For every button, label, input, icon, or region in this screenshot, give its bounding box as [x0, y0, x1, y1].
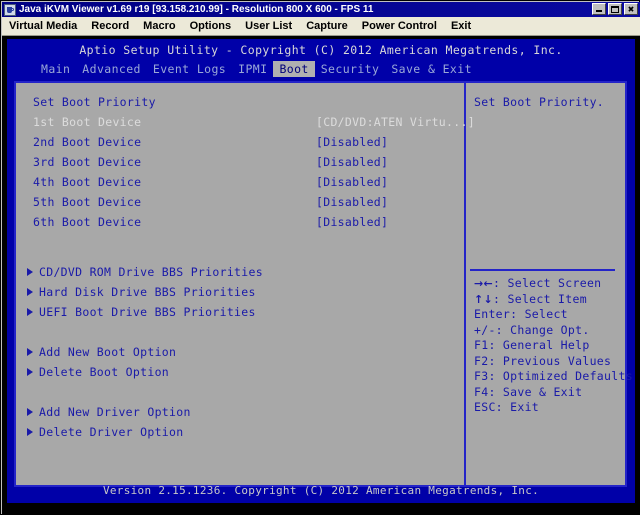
section-title-label: Set Boot Priority — [33, 95, 156, 109]
boot-device-label-4: 4th Boot Device — [33, 175, 142, 189]
boot-device-value-6: [Disabled] — [316, 215, 389, 229]
chevron-right-icon — [27, 408, 33, 416]
chevron-right-icon — [27, 288, 33, 296]
tab-boot[interactable]: Boot — [273, 61, 315, 77]
submenu-delete-driver-option[interactable]: Delete Driver Option — [16, 422, 464, 442]
submenu-label: Delete Driver Option — [39, 425, 184, 439]
tab-main[interactable]: Main — [35, 61, 76, 77]
tab-event-logs[interactable]: Event Logs — [147, 61, 232, 77]
chevron-right-icon — [27, 308, 33, 316]
boot-device-value-3: [Disabled] — [316, 155, 389, 169]
bios-version-footer: Version 2.15.1236. Copyright (C) 2012 Am… — [102, 484, 540, 497]
submenu-cddvd-rom-bbs-priorities[interactable]: CD/DVD ROM Drive BBS Priorities — [16, 262, 464, 282]
key-legend-text: : Select Screen — [493, 276, 602, 290]
submenu-label: Add New Boot Option — [39, 345, 177, 359]
key-legend-save-and-exit: F4: Save & Exit — [474, 384, 583, 399]
bios-content-frame: Set Boot Priority 1st Boot Device [CD/DV… — [14, 81, 633, 487]
menu-item-macro[interactable]: Macro — [136, 18, 182, 35]
menu-item-options[interactable]: Options — [183, 18, 239, 35]
boot-device-row-1[interactable]: 1st Boot Device [CD/DVD:ATEN Virtu...] — [16, 112, 475, 132]
key-legend-text: : Select Item — [493, 291, 587, 306]
ikvm-viewer-window: Java iKVM Viewer v1.69 r19 [93.158.210.9… — [0, 0, 640, 515]
bios-options-panel: Set Boot Priority 1st Boot Device [CD/DV… — [16, 83, 475, 485]
submenu-label: CD/DVD ROM Drive BBS Priorities — [39, 265, 263, 279]
key-legend-esc-exit: ESC: Exit — [474, 400, 540, 414]
section-title-set-boot-priority: Set Boot Priority — [16, 92, 464, 112]
submenu-add-new-driver-option[interactable]: Add New Driver Option — [16, 402, 464, 422]
minimize-button[interactable] — [592, 3, 606, 15]
menu-item-power-control[interactable]: Power Control — [355, 18, 444, 35]
boot-device-row-3[interactable]: 3rd Boot Device [Disabled] — [16, 152, 464, 172]
bios-help-panel: Set Boot Priority. →←: Select Screen ↑↓:… — [466, 83, 633, 485]
window-title-bar[interactable]: Java iKVM Viewer v1.69 r19 [93.158.210.9… — [2, 2, 640, 17]
boot-device-value-1: [CD/DVD:ATEN Virtu...] — [316, 115, 475, 129]
boot-device-row-6[interactable]: 6th Boot Device [Disabled] — [16, 212, 464, 232]
chevron-right-icon — [27, 428, 33, 436]
boot-device-value-4: [Disabled] — [316, 175, 389, 189]
application-menu-bar: Virtual Media Record Macro Options User … — [2, 17, 640, 36]
submenu-label: Add New Driver Option — [39, 405, 191, 419]
boot-device-label-5: 5th Boot Device — [33, 195, 142, 209]
tab-advanced[interactable]: Advanced — [76, 61, 147, 77]
menu-item-user-list[interactable]: User List — [238, 18, 299, 35]
submenu-label: UEFI Boot Drive BBS Priorities — [39, 305, 256, 319]
key-legend-general-help: F1: General Help — [474, 338, 590, 352]
boot-device-label-6: 6th Boot Device — [33, 215, 142, 229]
key-legend: →←: Select Screen ↑↓: Select Item Enter:… — [474, 276, 633, 416]
kvm-video-area[interactable]: Aptio Setup Utility - Copyright (C) 2012… — [2, 36, 640, 514]
boot-device-row-5[interactable]: 5th Boot Device [Disabled] — [16, 192, 464, 212]
tab-security[interactable]: Security — [315, 61, 386, 77]
tab-save-and-exit[interactable]: Save & Exit — [385, 61, 478, 77]
bios-setup-screen: Aptio Setup Utility - Copyright (C) 2012… — [7, 39, 635, 503]
maximize-button[interactable] — [608, 3, 622, 15]
boot-device-row-4[interactable]: 4th Boot Device [Disabled] — [16, 172, 464, 192]
submenu-label: Delete Boot Option — [39, 365, 170, 379]
submenu-uefi-boot-drive-bbs-priorities[interactable]: UEFI Boot Drive BBS Priorities — [16, 302, 464, 322]
chevron-right-icon — [27, 368, 33, 376]
bios-tab-bar: Main Advanced Event Logs IPMI Boot Secur… — [35, 61, 478, 77]
key-legend-select-screen: →←: Select Screen — [474, 276, 624, 292]
close-icon[interactable]: ✖ — [624, 3, 638, 15]
help-description: Set Boot Priority. — [474, 95, 605, 109]
window-controls: ✖ — [592, 3, 638, 15]
bios-header-title: Aptio Setup Utility - Copyright (C) 2012… — [79, 43, 563, 57]
menu-item-record[interactable]: Record — [84, 18, 136, 35]
divider — [470, 269, 615, 271]
menu-item-capture[interactable]: Capture — [299, 18, 355, 35]
boot-device-label-2: 2nd Boot Device — [33, 135, 142, 149]
key-legend-previous-values: F2: Previous Values — [474, 353, 612, 368]
boot-device-value-2: [Disabled] — [316, 135, 389, 149]
tab-ipmi[interactable]: IPMI — [232, 61, 273, 77]
chevron-right-icon — [27, 348, 33, 356]
menu-item-exit[interactable]: Exit — [444, 18, 478, 35]
key-legend-change-opt: +/-: Change Opt. — [474, 322, 590, 337]
key-legend-select-item: ↑↓: Select Item — [474, 292, 624, 308]
menu-item-virtual-media[interactable]: Virtual Media — [2, 18, 84, 35]
boot-device-label-1: 1st Boot Device — [33, 115, 142, 129]
left-right-arrow-icon: →← — [474, 277, 494, 290]
chevron-right-icon — [27, 268, 33, 276]
boot-device-label-3: 3rd Boot Device — [33, 155, 142, 169]
window-title: Java iKVM Viewer v1.69 r19 [93.158.210.9… — [19, 4, 374, 15]
key-legend-optimized-defaults: F3: Optimized Defaults — [474, 369, 633, 383]
key-legend-enter-select: Enter: Select — [474, 307, 568, 321]
submenu-label: Hard Disk Drive BBS Priorities — [39, 285, 256, 299]
java-cup-icon — [4, 3, 16, 16]
boot-device-value-5: [Disabled] — [316, 195, 389, 209]
submenu-delete-boot-option[interactable]: Delete Boot Option — [16, 362, 464, 382]
boot-device-row-2[interactable]: 2nd Boot Device [Disabled] — [16, 132, 464, 152]
submenu-add-new-boot-option[interactable]: Add New Boot Option — [16, 342, 464, 362]
submenu-hard-disk-drive-bbs-priorities[interactable]: Hard Disk Drive BBS Priorities — [16, 282, 464, 302]
up-down-arrow-icon: ↑↓ — [474, 292, 494, 306]
